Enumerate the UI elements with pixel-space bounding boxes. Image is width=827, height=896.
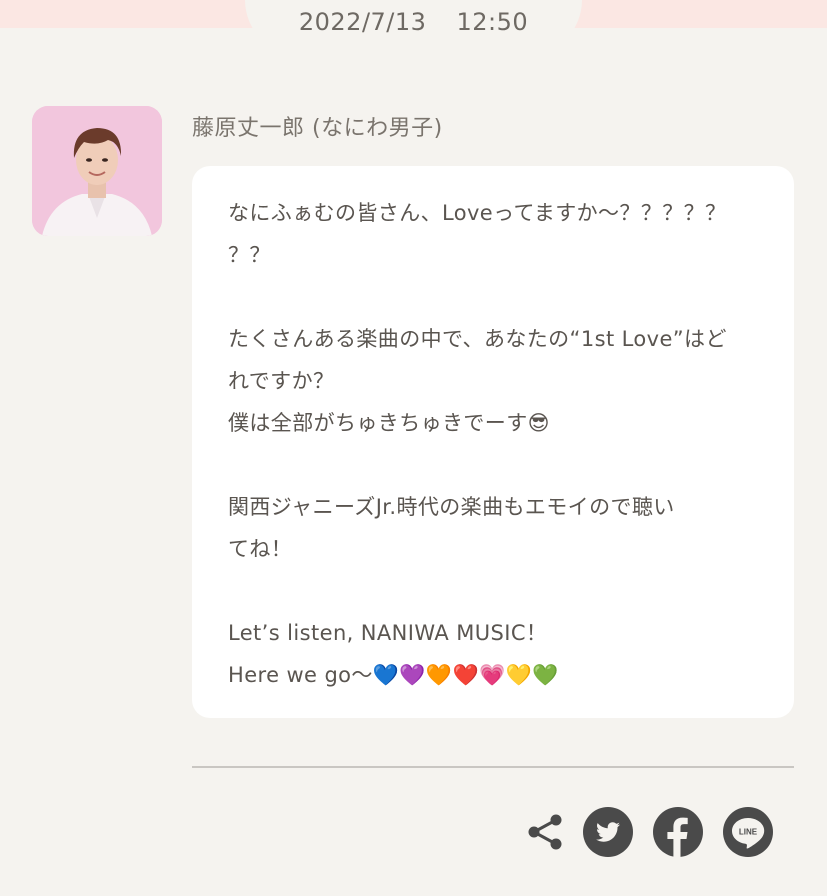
line-icon: LINE xyxy=(723,807,773,857)
share-bar: LINE xyxy=(520,806,794,860)
share-icon xyxy=(528,814,562,850)
message-line: ？？ xyxy=(228,243,271,267)
facebook-share-button[interactable] xyxy=(652,806,704,858)
divider xyxy=(192,766,794,768)
message-line: たくさんある楽曲の中で、あなたの“1st Love”はど xyxy=(228,327,727,351)
message-line xyxy=(228,444,758,486)
post-date: 2022/7/13 xyxy=(298,8,427,36)
post-time: 12:50 xyxy=(456,8,529,36)
message-line: てね！ xyxy=(228,537,293,561)
line-icon-label: LINE xyxy=(739,828,758,837)
message-line: 関西ジャニーズJr.時代の楽曲もエモイので聴い xyxy=(228,495,675,519)
message-line: なにふぁむの皆さん、Loveってますか〜？？？？？ xyxy=(228,201,727,225)
twitter-icon xyxy=(583,807,633,857)
twitter-share-button[interactable] xyxy=(582,806,634,858)
avatar[interactable] xyxy=(32,106,162,236)
message-bubble: なにふぁむの皆さん、Loveってますか〜？？？？？ ？？ たくさんある楽曲の中で… xyxy=(192,166,794,718)
message-line: れですか？ xyxy=(228,369,335,393)
message-line: Here we go〜💙💜🧡❤️💗💛💚 xyxy=(228,663,559,687)
message-line: 僕は全部がちゅきちゅきでーす😎 xyxy=(228,411,550,435)
line-share-button[interactable]: LINE xyxy=(722,806,774,858)
author-name[interactable]: 藤原丈一郎 (なにわ男子) xyxy=(192,110,443,142)
message-line: Let’s listen, NANIWA MUSIC！ xyxy=(228,621,548,645)
message-line xyxy=(228,276,758,318)
share-button[interactable] xyxy=(520,806,572,858)
person-photo-icon xyxy=(32,106,162,236)
message-line xyxy=(228,570,758,612)
post-timestamp: 2022/7/13 12:50 xyxy=(245,8,582,36)
facebook-icon xyxy=(653,807,703,857)
